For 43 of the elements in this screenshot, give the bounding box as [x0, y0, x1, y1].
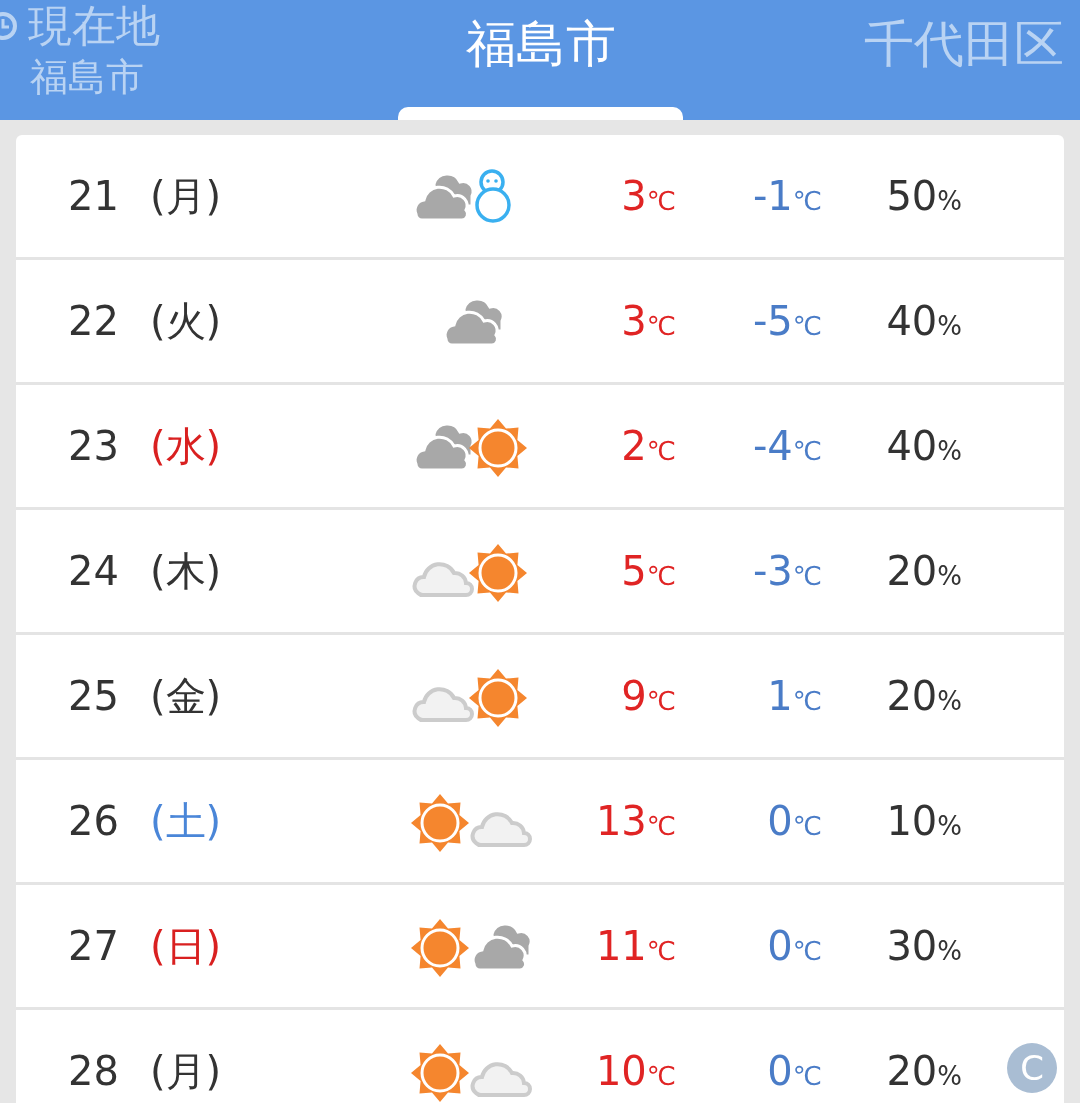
date-label: 27 — [68, 922, 120, 971]
high-temperature: 11℃ — [594, 922, 676, 971]
location-tab[interactable]: 福島市 — [398, 14, 683, 74]
low-temperature: -5℃ — [751, 297, 822, 346]
precipitation-chance: 20% — [885, 672, 962, 721]
precipitation-chance: 10% — [885, 797, 962, 846]
precipitation-chance: 30% — [885, 922, 962, 971]
weekday-label: (月) — [150, 172, 223, 221]
low-temperature: 0℃ — [766, 797, 822, 846]
low-temperature: -3℃ — [751, 547, 822, 596]
high-temperature: 9℃ — [620, 672, 676, 721]
weekday-label: (金) — [150, 672, 223, 721]
precipitation-chance: 50% — [885, 172, 962, 221]
date-label: 22 — [68, 297, 120, 346]
weekday-label: (日) — [150, 922, 223, 971]
low-temperature: 0℃ — [766, 1047, 822, 1096]
date-label: 23 — [68, 422, 120, 471]
location-tab[interactable]: 現在地 福島市 — [0, 0, 160, 102]
weekday-label: (月) — [150, 1047, 223, 1096]
low-temperature: -4℃ — [751, 422, 822, 471]
date-label: 26 — [68, 797, 120, 846]
precipitation-chance: 20% — [885, 1047, 962, 1096]
high-temperature: 3℃ — [620, 297, 676, 346]
weekday-label: (水) — [150, 422, 223, 471]
weekday-label: (土) — [150, 797, 223, 846]
high-temperature: 2℃ — [620, 422, 676, 471]
high-temperature: 13℃ — [594, 797, 676, 846]
high-temperature: 3℃ — [620, 172, 676, 221]
precipitation-chance: 40% — [885, 297, 962, 346]
precipitation-chance: 20% — [885, 547, 962, 596]
high-temperature: 10℃ — [594, 1047, 676, 1096]
date-label: 21 — [68, 172, 120, 221]
precipitation-chance: 40% — [885, 422, 962, 471]
date-label: 28 — [68, 1047, 120, 1096]
weekday-label: (火) — [150, 297, 223, 346]
low-temperature: -1℃ — [751, 172, 822, 221]
weekday-label: (木) — [150, 547, 223, 596]
location-tab[interactable]: 千代田区 — [864, 14, 1064, 74]
date-label: 24 — [68, 547, 120, 596]
high-temperature: 5℃ — [620, 547, 676, 596]
low-temperature: 0℃ — [766, 922, 822, 971]
date-label: 25 — [68, 672, 120, 721]
low-temperature: 1℃ — [766, 672, 822, 721]
